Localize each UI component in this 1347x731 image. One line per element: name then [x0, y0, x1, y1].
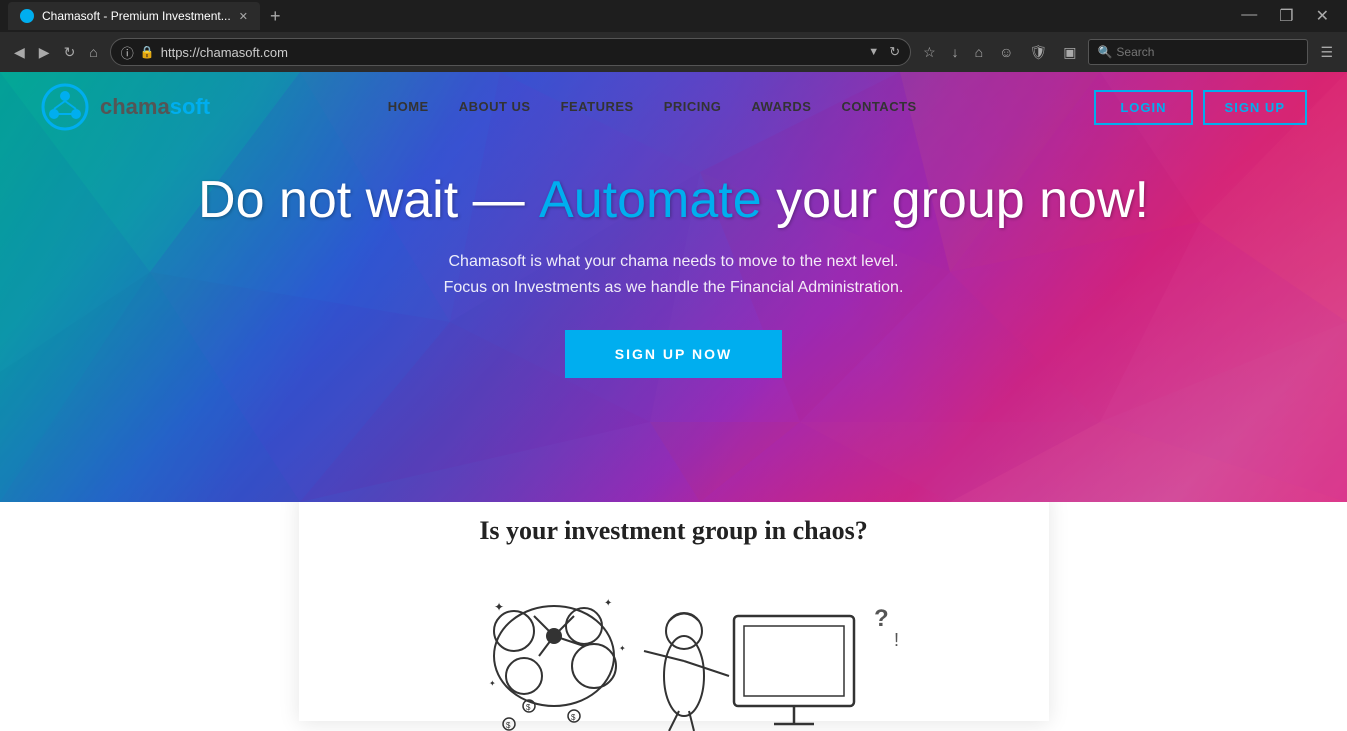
tab-bar: Chamasoft - Premium Investment... ✕ + — …	[0, 0, 1347, 32]
bookmarks-button[interactable]: ☆	[917, 40, 942, 65]
card-illustration: ✦ ✦ ✦ ✦ $ $ $	[339, 566, 1009, 731]
logo-text: chamasoft	[100, 94, 210, 120]
back-button[interactable]: ◀	[8, 40, 31, 65]
nav-actions: ☆ ↓ ⌂ ☺ 🛡 ▣	[917, 40, 1082, 65]
nav-features[interactable]: FEATURES	[561, 99, 634, 114]
minimize-button[interactable]: —	[1231, 6, 1267, 26]
search-icon: 🔍	[1097, 45, 1112, 59]
refresh-button[interactable]: ↻	[58, 40, 82, 65]
search-input[interactable]	[1116, 45, 1276, 59]
browser-search-container[interactable]: 🔍	[1088, 39, 1308, 65]
svg-text:$: $	[571, 713, 576, 722]
home-button[interactable]: ⌂	[83, 40, 103, 65]
new-tab-button[interactable]: +	[264, 6, 287, 27]
menu-button[interactable]: ☰	[1314, 40, 1339, 65]
dropdown-arrow[interactable]: ▼	[868, 46, 879, 58]
window-controls: — ❐ ✕	[1231, 6, 1339, 26]
tab-favicon	[20, 9, 34, 23]
hero-section: chamasoft HOME ABOUT US FEATURES PRICING…	[0, 72, 1347, 502]
subline1: Chamasoft is what your chama needs to mo…	[448, 253, 898, 270]
url-text: https://chamasoft.com	[161, 45, 288, 60]
website: chamasoft HOME ABOUT US FEATURES PRICING…	[0, 72, 1347, 731]
emoji-button[interactable]: ☺	[993, 40, 1019, 64]
svg-text:✦: ✦	[494, 600, 504, 614]
hero-headline: Do not wait — Automate your group now!	[20, 172, 1327, 229]
close-window-button[interactable]: ✕	[1306, 6, 1339, 26]
nav-awards[interactable]: AWARDS	[751, 99, 811, 114]
svg-text:✦: ✦	[604, 598, 612, 609]
lock-icon: 🔒	[140, 45, 155, 59]
nav-pricing[interactable]: PRICING	[664, 99, 722, 114]
nav-bar: ◀ ▶ ↻ ⌂ ⓘ 🔒 https://chamasoft.com ▼ ↻ ☆ …	[0, 32, 1347, 72]
pocket-button[interactable]: ↓	[946, 40, 965, 64]
extensions-button[interactable]: ▣	[1057, 40, 1082, 65]
svg-text:$: $	[526, 703, 531, 712]
signup-button[interactable]: SIGN UP	[1203, 90, 1307, 125]
info-icon: ⓘ	[121, 43, 134, 62]
site-nav: chamasoft HOME ABOUT US FEATURES PRICING…	[0, 72, 1347, 142]
login-button[interactable]: LOGIN	[1094, 90, 1192, 125]
nav-about[interactable]: ABOUT US	[459, 99, 531, 114]
svg-text:$: $	[506, 721, 511, 730]
card-title: Is your investment group in chaos?	[339, 516, 1009, 546]
maximize-button[interactable]: ❐	[1269, 6, 1303, 26]
cta-button[interactable]: SIGN UP NOW	[565, 330, 782, 378]
subline2: Focus on Investments as we handle the Fi…	[444, 279, 904, 296]
headline-start: Do not wait —	[198, 171, 539, 229]
nav-links: HOME ABOUT US FEATURES PRICING AWARDS CO…	[388, 98, 917, 116]
headline-end: your group now!	[762, 171, 1149, 229]
active-tab[interactable]: Chamasoft - Premium Investment... ✕	[8, 2, 260, 30]
reader-button[interactable]: ⌂	[969, 40, 989, 64]
browser-chrome: Chamasoft - Premium Investment... ✕ + — …	[0, 0, 1347, 72]
logo-icon	[40, 82, 90, 132]
svg-text:✦: ✦	[619, 644, 626, 653]
headline-accent: Automate	[539, 171, 762, 229]
svg-text:?: ?	[874, 605, 889, 632]
svg-text:✦: ✦	[489, 679, 496, 688]
hero-subtext: Chamasoft is what your chama needs to mo…	[20, 249, 1327, 300]
tab-close-button[interactable]: ✕	[239, 10, 248, 23]
nav-buttons: LOGIN SIGN UP	[1094, 90, 1307, 125]
content-section: Is your investment group in chaos?	[0, 502, 1347, 731]
address-bar[interactable]: ⓘ 🔒 https://chamasoft.com ▼ ↻	[110, 38, 911, 66]
nav-contacts[interactable]: CONTACTS	[841, 99, 916, 114]
nav-home[interactable]: HOME	[388, 99, 429, 114]
nav-arrows: ◀ ▶ ↻ ⌂	[8, 40, 104, 65]
tab-title: Chamasoft - Premium Investment...	[42, 9, 231, 23]
shield-button[interactable]: 🛡	[1023, 40, 1053, 65]
refresh-small-button[interactable]: ↻	[889, 44, 900, 60]
chaos-card: Is your investment group in chaos?	[299, 502, 1049, 721]
forward-button[interactable]: ▶	[33, 40, 56, 65]
svg-text:!: !	[894, 630, 899, 650]
hero-content: Do not wait — Automate your group now! C…	[0, 142, 1347, 378]
logo[interactable]: chamasoft	[40, 82, 210, 132]
chaos-illustration: ✦ ✦ ✦ ✦ $ $ $	[374, 576, 974, 731]
